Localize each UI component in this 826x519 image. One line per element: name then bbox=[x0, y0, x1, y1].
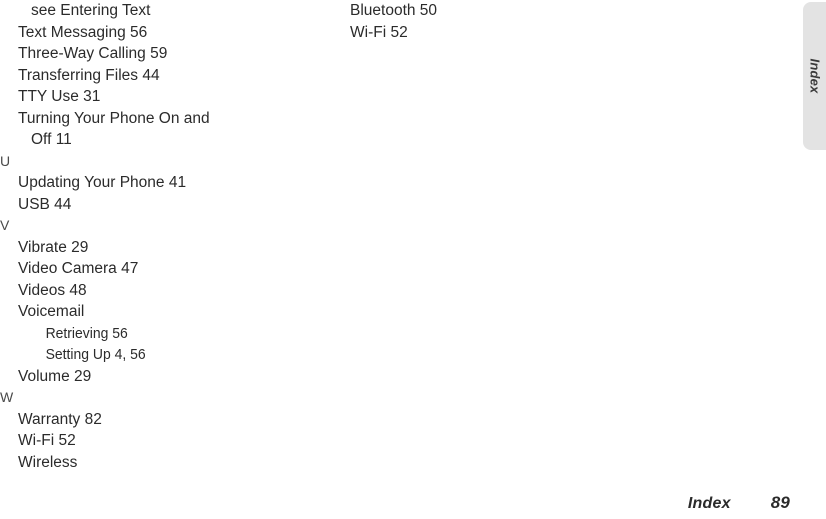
index-entry: Wi-Fi 52 bbox=[350, 23, 408, 41]
index-letter-heading: W bbox=[0, 389, 14, 405]
footer-inner: Index 89 bbox=[688, 493, 790, 513]
footer-page-number: 89 bbox=[770, 493, 790, 512]
index-entry: Videos 48 bbox=[18, 281, 87, 299]
index-subentry: Retrieving 56 bbox=[45, 324, 128, 342]
index-entry: Text Messaging 56 bbox=[18, 23, 148, 41]
index-subentry: Setting Up 4, 56 bbox=[45, 346, 146, 363]
index-entry: Volume 29 bbox=[18, 367, 92, 385]
index-column-right: Bluetooth 50 Wi-Fi 52 bbox=[332, 0, 632, 43]
index-entry-continuation: Off 11 bbox=[31, 131, 72, 148]
section-tab-label: Index bbox=[807, 58, 822, 94]
index-entry: Voicemail bbox=[18, 303, 85, 320]
index-entry: Wi-Fi 52 bbox=[18, 432, 76, 449]
index-entry: Turning Your Phone On and bbox=[18, 109, 210, 127]
index-entry: USB 44 bbox=[18, 195, 72, 213]
index-entry: TTY Use 31 bbox=[18, 88, 101, 105]
index-entry-list-right: Bluetooth 50 Wi-Fi 52 bbox=[332, 0, 632, 43]
index-column-left: see Entering Text Text Messaging 56 Three-… bbox=[0, 0, 300, 473]
index-entry: Vibrate 29 bbox=[18, 238, 89, 256]
index-entry-list-left: see Entering Text Text Messaging 56 Three-… bbox=[0, 0, 300, 473]
index-entry: Warranty 82 bbox=[18, 410, 102, 428]
index-entry: Wireless bbox=[18, 453, 78, 471]
index-entry-continuation: see Entering Text bbox=[31, 2, 151, 19]
index-entry: Updating Your Phone 41 bbox=[18, 174, 187, 191]
footer-section-label: Index bbox=[687, 495, 731, 512]
page-footer: Index 89 bbox=[0, 491, 790, 513]
index-entry: Transferring Files 44 bbox=[18, 66, 160, 84]
section-tab-index[interactable]: Index bbox=[803, 2, 826, 150]
index-page: see Entering Text Text Messaging 56 Three-… bbox=[0, 0, 790, 519]
index-entry: Three-Way Calling 59 bbox=[18, 45, 168, 62]
index-entry: Bluetooth 50 bbox=[350, 2, 438, 19]
index-letter-heading: U bbox=[0, 152, 11, 169]
index-entry: Video Camera 47 bbox=[18, 260, 139, 277]
index-letter-heading: V bbox=[0, 217, 10, 233]
